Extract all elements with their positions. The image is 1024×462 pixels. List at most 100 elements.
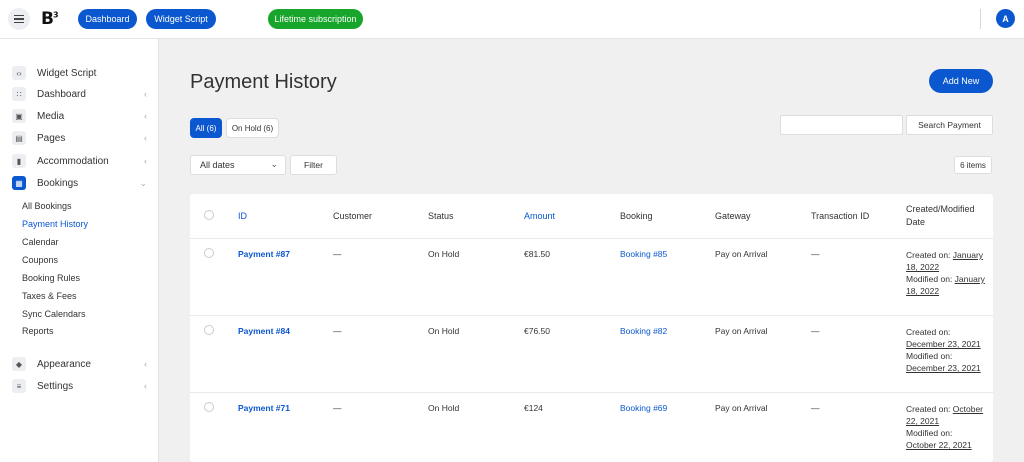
date-line: Created on:: [906, 326, 996, 338]
sidebar-item-settings[interactable]: ≡ Settings ‹: [12, 377, 147, 395]
sidebar-item-label: Dashboard: [37, 88, 86, 100]
sidebar-item-label: Settings: [37, 380, 74, 392]
date-line: Modified on:: [906, 350, 996, 362]
dates-select[interactable]: All dates ⌄: [190, 155, 286, 175]
sidebar-subitem-reports[interactable]: Reports: [22, 326, 54, 336]
transaction-id-cell: —: [811, 403, 820, 413]
payment-id-link[interactable]: Payment #84: [238, 326, 290, 336]
date-link[interactable]: January: [955, 274, 985, 284]
sidebar-subitem-all-bookings[interactable]: All Bookings: [22, 201, 72, 211]
date-link[interactable]: October 22, 2021: [906, 440, 972, 450]
date-link[interactable]: December 23, 2021: [906, 339, 981, 349]
sidebar-item-media[interactable]: ▣ Media ‹: [12, 107, 147, 125]
topbar-divider: [980, 9, 981, 29]
sidebar-item-label: Accommodation: [37, 155, 109, 167]
status-cell: On Hold: [428, 326, 460, 336]
amount-cell: €76.50: [524, 326, 550, 336]
chevron-left-icon: ‹: [144, 111, 147, 121]
image-icon: ▣: [12, 109, 26, 123]
chevron-left-icon: ‹: [144, 381, 147, 391]
select-all-checkbox[interactable]: [204, 210, 214, 220]
search-input[interactable]: [780, 115, 903, 135]
tab-on-hold[interactable]: On Hold (6): [226, 118, 279, 138]
column-header-date-line2: Date: [906, 217, 926, 227]
sidebar-subitem-calendar[interactable]: Calendar: [22, 237, 59, 247]
column-header-booking: Booking: [620, 211, 653, 221]
sidebar-item-appearance[interactable]: ◆ Appearance ‹: [12, 355, 147, 373]
calendar-icon: ▦: [12, 176, 26, 190]
code-icon: ‹›: [12, 66, 26, 80]
date-cell: Created on: January 18, 2022 Modified on…: [906, 249, 996, 297]
logo[interactable]: B3: [41, 9, 58, 29]
date-link[interactable]: October: [953, 404, 983, 414]
date-prefix: Created on:: [906, 327, 951, 337]
customer-cell: —: [333, 403, 342, 413]
sidebar-item-bookings[interactable]: ▦ Bookings ⌄: [12, 174, 147, 192]
row-divider: [190, 238, 993, 239]
pages-icon: ▤: [12, 131, 26, 145]
menu-toggle-icon[interactable]: [8, 8, 30, 30]
date-prefix: Modified on:: [906, 351, 953, 361]
date-cell: Created on: December 23, 2021 Modified o…: [906, 326, 996, 374]
date-prefix: Created on:: [906, 250, 953, 260]
chevron-down-icon: ⌄: [139, 177, 147, 188]
payment-id-link[interactable]: Payment #71: [238, 403, 290, 413]
row-divider: [190, 315, 993, 316]
payment-id-link[interactable]: Payment #87: [238, 249, 290, 259]
sidebar-subitem-taxes-fees[interactable]: Taxes & Fees: [22, 291, 77, 301]
amount-cell: €81.50: [524, 249, 550, 259]
dates-select-value: All dates: [200, 160, 235, 170]
row-checkbox[interactable]: [204, 325, 214, 335]
booking-link[interactable]: Booking #69: [620, 403, 667, 413]
sidebar-item-pages[interactable]: ▤ Pages ‹: [12, 129, 147, 147]
status-cell: On Hold: [428, 403, 460, 413]
row-checkbox[interactable]: [204, 248, 214, 258]
sidebar: ‹› Widget Script ∷ Dashboard ‹ ▣ Media ‹…: [0, 39, 159, 462]
date-line: Created on: January: [906, 249, 996, 261]
avatar[interactable]: A: [996, 9, 1015, 28]
date-cell: Created on: October 22, 2021 Modified on…: [906, 403, 996, 451]
sidebar-subitem-booking-rules[interactable]: Booking Rules: [22, 273, 80, 283]
sliders-icon: ≡: [12, 379, 26, 393]
date-link[interactable]: December 23, 2021: [906, 363, 981, 373]
row-checkbox[interactable]: [204, 402, 214, 412]
tab-all[interactable]: All (6): [190, 118, 222, 138]
column-header-id[interactable]: ID: [238, 211, 247, 221]
lifetime-subscription-badge[interactable]: Lifetime subscription: [268, 9, 363, 29]
sidebar-item-label: Bookings: [37, 177, 79, 189]
booking-link[interactable]: Booking #82: [620, 326, 667, 336]
date-prefix: Created on:: [906, 404, 953, 414]
sidebar-item-accommodation[interactable]: ▮ Accommodation ‹: [12, 152, 147, 170]
date-line: December 23, 2021: [906, 362, 996, 374]
sidebar-item-dashboard[interactable]: ∷ Dashboard ‹: [12, 85, 147, 103]
booking-link[interactable]: Booking #85: [620, 249, 667, 259]
paint-bucket-icon: ◆: [12, 357, 26, 371]
column-header-transaction-id: Transaction ID: [811, 211, 870, 221]
logo-text: B: [41, 9, 54, 29]
search-payment-button[interactable]: Search Payment: [906, 115, 993, 135]
gateway-cell: Pay on Arrival: [715, 249, 768, 259]
payments-table: ID Customer Status Amount Booking Gatewa…: [190, 194, 993, 462]
date-link[interactable]: January: [953, 250, 983, 260]
row-divider: [190, 392, 993, 393]
sidebar-item-label: Pages: [37, 132, 66, 144]
date-link[interactable]: 18, 2022: [906, 286, 939, 296]
items-count: 6 items: [954, 156, 992, 174]
sidebar-subitem-sync-calendars[interactable]: Sync Calendars: [22, 309, 86, 319]
date-link[interactable]: 22, 2021: [906, 416, 939, 426]
grid-icon: ∷: [12, 87, 26, 101]
sidebar-item-label: Widget Script: [37, 67, 97, 79]
column-header-amount[interactable]: Amount: [524, 211, 555, 221]
date-link[interactable]: 18, 2022: [906, 262, 939, 272]
dashboard-button[interactable]: Dashboard: [78, 9, 137, 29]
filter-button[interactable]: Filter: [290, 155, 337, 175]
sidebar-subitem-coupons[interactable]: Coupons: [22, 255, 58, 265]
column-header-date: Created/Modified: [906, 204, 975, 214]
date-line: Modified on: January: [906, 273, 996, 285]
widget-script-button[interactable]: Widget Script: [146, 9, 216, 29]
gateway-cell: Pay on Arrival: [715, 403, 768, 413]
date-line: 22, 2021: [906, 415, 996, 427]
sidebar-subitem-payment-history[interactable]: Payment History: [22, 219, 88, 229]
add-new-button[interactable]: Add New: [929, 69, 993, 93]
sidebar-item-widget-script[interactable]: ‹› Widget Script: [12, 64, 147, 82]
